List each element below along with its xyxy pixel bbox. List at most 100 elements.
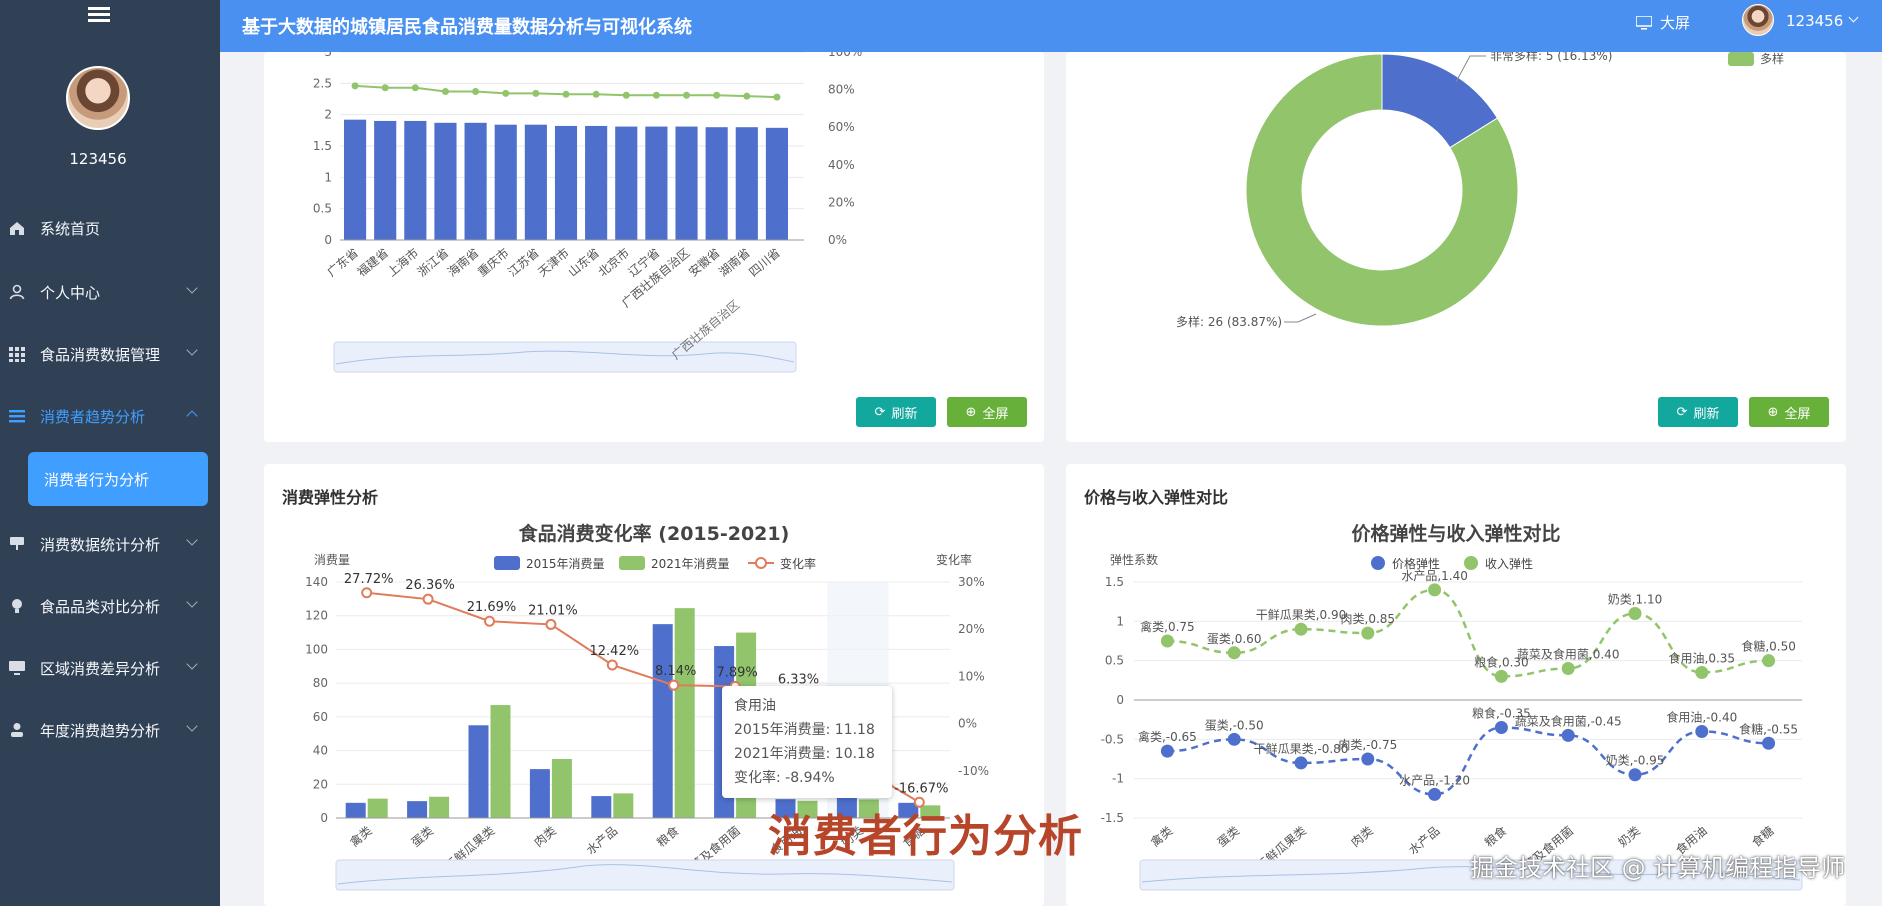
- fullscreen-button[interactable]: ⊕ 全屏: [1749, 397, 1829, 427]
- sidebar-subitem-consumer-behavior[interactable]: 消费者行为分析: [28, 452, 208, 506]
- chevron-down-icon[interactable]: [1848, 12, 1859, 23]
- point-label: 奶类,1.10: [1608, 592, 1663, 606]
- y-tick-label: 120: [305, 609, 328, 623]
- x-tick-label: 上海市: [384, 245, 421, 280]
- sidebar-item-category[interactable]: 食品品类对比分析: [0, 586, 220, 626]
- y2-tick-label: 100%: [828, 52, 862, 59]
- bar: [615, 126, 638, 240]
- line-point: [1762, 736, 1776, 750]
- bar: [735, 127, 758, 240]
- y-tick-label: 0: [1116, 693, 1124, 707]
- legend-label: 2015年消费量: [526, 557, 605, 571]
- sidebar-item-food-data[interactable]: 食品消费数据管理: [0, 334, 220, 374]
- sidebar-item-region[interactable]: 区域消费差异分析: [0, 648, 220, 688]
- legend-swatch: [1728, 52, 1754, 66]
- y2-tick-label: 10%: [958, 669, 985, 683]
- x-tick-label: 山东省: [565, 246, 602, 280]
- point-label: 禽类,-0.65: [1138, 729, 1197, 744]
- sidebar-item-label: 区域消费差异分析: [40, 659, 161, 678]
- point-label: -16.67%: [894, 781, 948, 796]
- point-label: 21.01%: [528, 603, 578, 618]
- y-tick-label: 0: [324, 233, 332, 247]
- x-tick-label: 禽类: [347, 823, 375, 850]
- y-tick-label: 2.5: [313, 76, 332, 90]
- x-tick-label: 蛋类: [1215, 824, 1242, 850]
- line-point: [1494, 721, 1508, 735]
- line-point: [381, 84, 389, 92]
- line-point: [1294, 622, 1308, 636]
- bar: [705, 127, 728, 240]
- line-point: [1628, 768, 1642, 782]
- x-tick-label: 天津市: [535, 245, 572, 280]
- line-point: [361, 587, 373, 599]
- line-point: [606, 659, 618, 671]
- sidebar-item-home[interactable]: 系统首页: [0, 208, 220, 248]
- line-point: [411, 84, 419, 92]
- y-tick-label: 2: [324, 108, 332, 122]
- bar: [591, 796, 612, 818]
- line-point: [545, 618, 557, 630]
- y-tick-label: 3: [324, 52, 332, 59]
- line-point: [1428, 583, 1442, 597]
- header-avatar[interactable]: [1742, 4, 1774, 36]
- line-point: [1294, 756, 1308, 770]
- credit-text: 掘金技术社区 @ 计算机编程指导师: [1470, 854, 1846, 882]
- line-point: [1561, 662, 1575, 676]
- y-tick-label: 0.5: [313, 202, 332, 216]
- line-point: [351, 82, 359, 90]
- x-tick-label: 安徽省: [685, 245, 722, 280]
- point-label: 食用油,0.35: [1669, 650, 1736, 665]
- y-axis-title: 弹性系数: [1110, 552, 1158, 567]
- y-tick-label: 1.5: [313, 139, 332, 153]
- line-point: [713, 91, 721, 99]
- sidebar-item-profile[interactable]: 个人中心: [0, 272, 220, 312]
- chevron-down-icon: [186, 344, 198, 356]
- point-label: 水产品,-1.20: [1399, 773, 1470, 787]
- big-screen-button[interactable]: 大屏: [1636, 12, 1690, 33]
- grid-icon: [8, 345, 26, 363]
- bar: [551, 759, 572, 818]
- header-username[interactable]: 123456: [1786, 12, 1843, 30]
- sidebar-username: 123456: [69, 150, 127, 168]
- avatar: [66, 66, 130, 130]
- sidebar-item-annual[interactable]: 年度消费趋势分析: [0, 710, 220, 750]
- panel-title: 价格与收入弹性对比: [1084, 488, 1229, 507]
- refresh-label: 刷新: [1693, 406, 1720, 422]
- y-tick-label: 0.5: [1105, 654, 1124, 668]
- x-tick-label: 肉类: [1348, 824, 1375, 850]
- line-point: [441, 87, 449, 95]
- line-point: [1227, 732, 1241, 746]
- y-tick-label: 80: [313, 676, 328, 690]
- refresh-button[interactable]: ⟳ 刷新: [856, 397, 936, 427]
- tooltip-line: 变化率: -8.94%: [734, 770, 835, 786]
- point-label: 26.36%: [405, 578, 455, 593]
- sidebar-item-consumer-trend[interactable]: 消费者趋势分析: [0, 396, 220, 436]
- chevron-down-icon: [186, 720, 198, 732]
- point-label: 食用油,-0.40: [1666, 709, 1737, 724]
- point-label: 蔬菜及食用菌,0.40: [1517, 647, 1620, 662]
- point-label: 禽类,0.75: [1140, 619, 1195, 634]
- refresh-button[interactable]: ⟳ 刷新: [1658, 397, 1738, 427]
- compare-panel: 价格与收入弹性对比 价格弹性与收入弹性对比 价格弹性 收入弹性 弹性系数 -1.5 -1-…: [1066, 464, 1846, 906]
- chart-title: 价格弹性与收入弹性对比: [1351, 522, 1560, 545]
- line-point: [502, 89, 510, 97]
- sidebar-item-stats[interactable]: 消费数据统计分析: [0, 524, 220, 564]
- bar: [367, 798, 388, 818]
- x-tick-label: 福建省: [354, 245, 391, 280]
- x-tick-label: 水产品: [584, 824, 621, 858]
- fullscreen-button[interactable]: ⊕ 全屏: [947, 397, 1027, 427]
- diversity-chart-panel: 非常多样: 5 (16.13%) 多样: 26 (83.87%) 多样 ⟳ 刷新 ⊕ 全…: [1066, 48, 1846, 442]
- y-axis-title: 消费量: [314, 553, 350, 567]
- home-icon: [8, 219, 26, 237]
- point-label: 21.69%: [467, 600, 517, 615]
- bar: [765, 127, 788, 240]
- sidebar-item-label: 消费数据统计分析: [40, 535, 161, 554]
- y2-tick-label: 60%: [828, 120, 855, 134]
- y-tick-label: 1: [1116, 614, 1124, 628]
- sidebar-item-label: 个人中心: [40, 283, 101, 302]
- line-point: [1160, 744, 1174, 758]
- tooltip-line: 2021年消费量: 10.18: [734, 746, 875, 762]
- x-tick-label: 奶类: [1616, 824, 1643, 850]
- line-point: [668, 679, 680, 691]
- menu-toggle-icon[interactable]: [88, 4, 110, 26]
